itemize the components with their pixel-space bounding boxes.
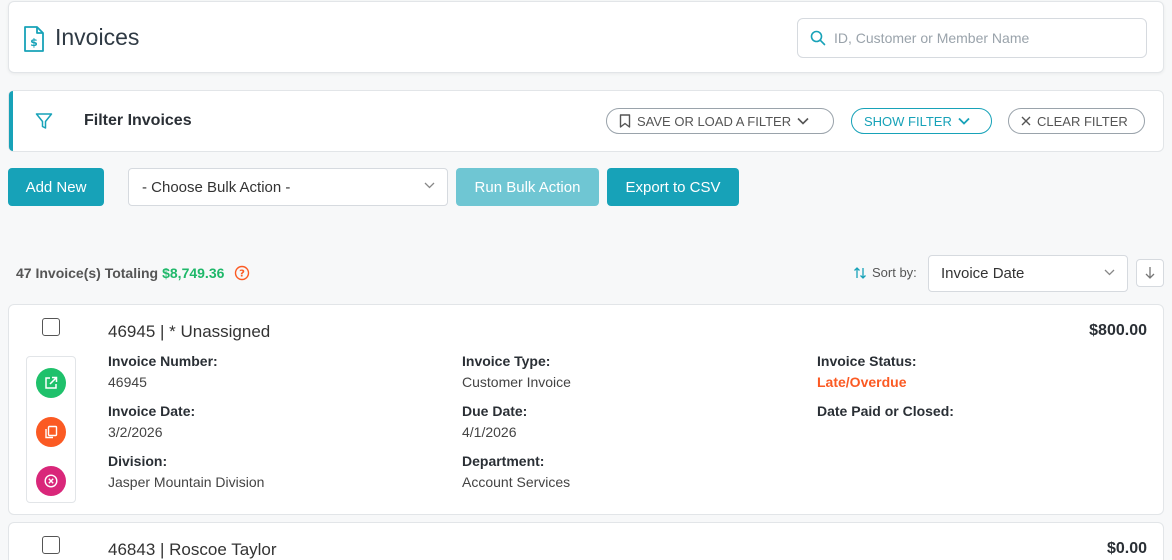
division-field: Division: Jasper Mountain Division bbox=[108, 453, 264, 490]
invoice-icon: $ bbox=[24, 26, 44, 52]
bulk-action-selected: - Choose Bulk Action - bbox=[142, 178, 291, 196]
save-load-filter-button[interactable]: SAVE OR LOAD A FILTER bbox=[606, 108, 834, 134]
field-value: 4/1/2026 bbox=[462, 424, 517, 440]
invoice-number-field: Invoice Number: 46945 bbox=[108, 353, 218, 390]
field-label: Invoice Status: bbox=[817, 353, 917, 369]
close-circle-icon bbox=[44, 474, 58, 488]
invoice-select-checkbox[interactable] bbox=[42, 318, 60, 336]
field-value: Customer Invoice bbox=[462, 374, 571, 390]
search-input[interactable] bbox=[834, 19, 1134, 57]
field-label: Invoice Number: bbox=[108, 353, 218, 369]
status-value: Late/Overdue bbox=[817, 374, 907, 390]
invoice-title[interactable]: 46843 | Roscoe Taylor bbox=[108, 540, 277, 560]
close-icon bbox=[1021, 116, 1031, 126]
sort-direction-button[interactable] bbox=[1136, 259, 1164, 287]
chevron-down-icon bbox=[958, 117, 970, 125]
invoice-title[interactable]: 46945 | * Unassigned bbox=[108, 322, 270, 342]
field-label: Department: bbox=[462, 453, 545, 469]
copy-icon bbox=[45, 425, 58, 439]
bookmark-icon bbox=[619, 114, 631, 128]
open-invoice-button[interactable] bbox=[36, 368, 66, 398]
clear-filter-label: CLEAR FILTER bbox=[1037, 113, 1128, 129]
save-load-filter-label: SAVE OR LOAD A FILTER bbox=[637, 113, 792, 129]
invoice-count: 47 Invoice(s) Totaling bbox=[16, 265, 159, 281]
add-new-button[interactable]: Add New bbox=[8, 168, 104, 206]
help-icon[interactable]: ? bbox=[234, 265, 250, 281]
duplicate-invoice-button[interactable] bbox=[36, 417, 66, 447]
clear-filter-button[interactable]: CLEAR FILTER bbox=[1008, 108, 1145, 134]
chevron-down-icon bbox=[797, 117, 809, 125]
filter-bar: Filter Invoices SAVE OR LOAD A FILTER SH… bbox=[8, 90, 1164, 152]
field-label: Invoice Date: bbox=[108, 403, 196, 419]
sort-by-selected: Invoice Date bbox=[941, 265, 1025, 282]
invoice-card: 46945 | * Unassigned $800.00 Invoice Num… bbox=[8, 304, 1164, 515]
show-filter-button[interactable]: SHOW FILTER bbox=[851, 108, 992, 134]
arrow-down-icon bbox=[1145, 267, 1155, 279]
bulk-action-select[interactable]: - Choose Bulk Action - bbox=[128, 168, 448, 206]
invoice-actions bbox=[26, 356, 76, 503]
filter-accent-bar bbox=[9, 91, 13, 151]
invoice-amount: $800.00 bbox=[1089, 322, 1147, 339]
invoice-amount: $0.00 bbox=[1106, 540, 1147, 557]
invoice-card: 46843 | Roscoe Taylor $0.00 bbox=[8, 522, 1164, 560]
field-label: Division: bbox=[108, 453, 168, 469]
invoice-status-field: Invoice Status: Late/Overdue bbox=[817, 353, 917, 390]
svg-text:?: ? bbox=[240, 269, 246, 280]
invoice-total: $8,749.36 bbox=[162, 265, 225, 281]
sort-by-select[interactable]: Invoice Date bbox=[928, 255, 1128, 292]
invoice-type-field: Invoice Type: Customer Invoice bbox=[462, 353, 571, 390]
show-filter-label: SHOW FILTER bbox=[864, 113, 952, 129]
chevron-down-icon bbox=[1104, 269, 1115, 276]
department-field: Department: Account Services bbox=[462, 453, 570, 490]
filter-title: Filter Invoices bbox=[84, 112, 192, 129]
svg-text:$: $ bbox=[30, 36, 38, 49]
run-bulk-action-button[interactable]: Run Bulk Action bbox=[456, 168, 599, 206]
field-label: Due Date: bbox=[462, 403, 528, 419]
field-value: Jasper Mountain Division bbox=[108, 474, 265, 490]
date-paid-field: Date Paid or Closed: bbox=[817, 403, 954, 419]
sort-by-label: Sort by: bbox=[872, 265, 917, 280]
field-label: Invoice Type: bbox=[462, 353, 551, 369]
page-title: Invoices bbox=[55, 24, 140, 50]
due-date-field: Due Date: 4/1/2026 bbox=[462, 403, 527, 440]
field-value: Account Services bbox=[462, 474, 571, 490]
chevron-down-icon bbox=[424, 182, 435, 189]
filter-icon bbox=[35, 113, 53, 129]
field-value: 46945 bbox=[108, 374, 147, 390]
field-value: 3/2/2026 bbox=[108, 424, 163, 440]
export-csv-button[interactable]: Export to CSV bbox=[607, 168, 739, 206]
field-label: Date Paid or Closed: bbox=[817, 403, 954, 419]
external-link-icon bbox=[45, 376, 58, 389]
delete-invoice-button[interactable] bbox=[36, 466, 66, 496]
invoice-summary: 47 Invoice(s) Totaling $8,749.36 ? bbox=[16, 265, 250, 281]
page-header: $ Invoices bbox=[8, 1, 1164, 73]
sort-by-label-group: Sort by: bbox=[853, 265, 917, 280]
sort-icon bbox=[854, 266, 866, 279]
search-box[interactable] bbox=[797, 18, 1147, 58]
search-icon bbox=[810, 30, 826, 46]
invoice-select-checkbox[interactable] bbox=[42, 536, 60, 554]
invoice-date-field: Invoice Date: 3/2/2026 bbox=[108, 403, 195, 440]
